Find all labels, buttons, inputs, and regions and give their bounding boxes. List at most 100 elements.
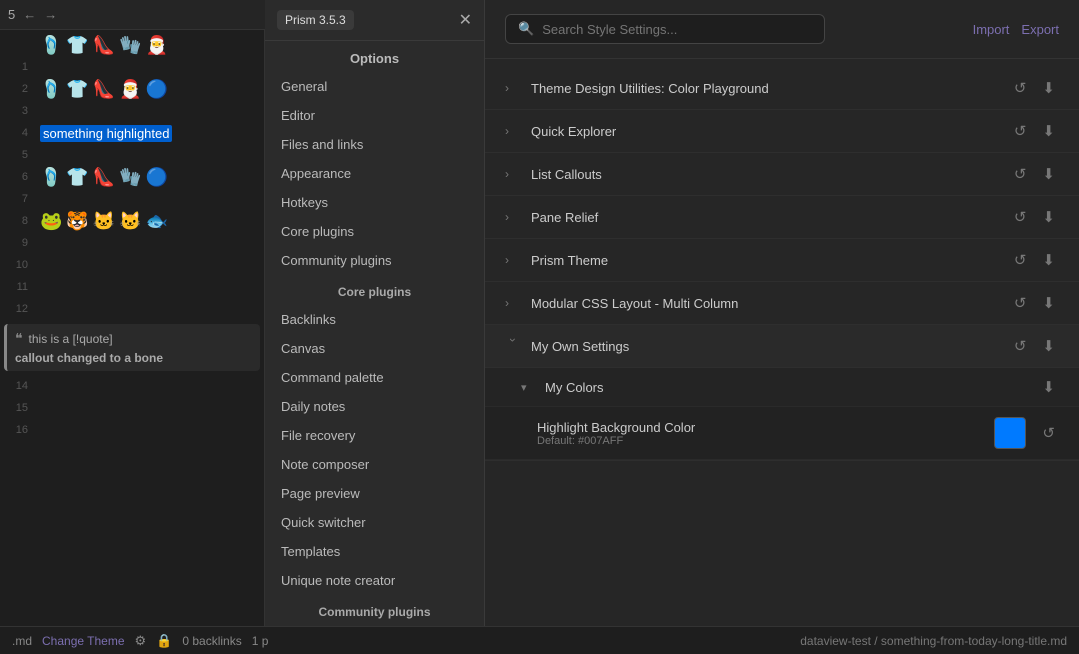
download-button[interactable]: ⬇ <box>1038 77 1059 99</box>
reset-button[interactable]: ↺ <box>1010 163 1031 185</box>
reset-button[interactable]: ↺ <box>1010 249 1031 271</box>
line-row: 14 <box>0 375 264 397</box>
line-content: 🩴 👕 👠 🧤 🎅 <box>36 35 264 56</box>
emoji: 🐸 <box>40 211 62 232</box>
download-button[interactable]: ⬇ <box>1038 163 1059 185</box>
emoji: 👕 <box>66 167 88 188</box>
emoji: 👠 <box>93 79 115 100</box>
reset-button[interactable]: ↺ <box>1010 120 1031 142</box>
color-label: Highlight Background Color <box>537 420 982 435</box>
emoji: 🐯 <box>66 211 88 232</box>
line-number: 15 <box>0 402 36 414</box>
download-button[interactable]: ⬇ <box>1038 249 1059 271</box>
plugin-actions: ↺ ⬇ <box>1010 249 1059 271</box>
plugin-actions: ↺ ⬇ <box>1010 292 1059 314</box>
line-row: 2 🩴 👕 👠 🎅 🔵 <box>0 78 264 100</box>
sidebar-item-files-links[interactable]: Files and links <box>265 130 484 159</box>
backlinks-count[interactable]: 0 backlinks <box>182 634 241 648</box>
expand-arrow-icon[interactable]: › <box>505 296 521 310</box>
download-button[interactable]: ⬇ <box>1038 292 1059 314</box>
nav-number: 5 <box>8 7 15 22</box>
reset-button[interactable]: ↺ <box>1010 77 1031 99</box>
sidebar-item-command-palette[interactable]: Command palette <box>265 363 484 392</box>
export-link[interactable]: Export <box>1021 22 1059 37</box>
gear-icon[interactable]: ⚙ <box>135 633 147 649</box>
nested-row-my-colors: ▾ My Colors ⬇ <box>485 368 1079 407</box>
line-number: 6 <box>0 171 36 183</box>
emoji: 🎅 <box>119 79 141 100</box>
nested-expand-arrow-icon[interactable]: ▾ <box>521 381 535 394</box>
sidebar-item-page-preview[interactable]: Page preview <box>265 479 484 508</box>
line-number: 3 <box>0 105 36 117</box>
close-button[interactable]: ✕ <box>459 10 472 30</box>
lock-icon[interactable]: 🔒 <box>156 633 172 649</box>
back-arrow[interactable]: ← <box>23 7 36 22</box>
plugin-row-theme-design: › Theme Design Utilities: Color Playgrou… <box>485 67 1079 110</box>
emoji: 🐱 <box>93 211 115 232</box>
callout-title: this is a [!quote] <box>29 332 113 346</box>
reset-button[interactable]: ↺ <box>1010 292 1031 314</box>
line-number: 16 <box>0 424 36 436</box>
download-button[interactable]: ⬇ <box>1038 206 1059 228</box>
plugin-name: Quick Explorer <box>531 124 1000 139</box>
sidebar-item-appearance[interactable]: Appearance <box>265 159 484 188</box>
plugin-row-pane-relief: › Pane Relief ↺ ⬇ <box>485 196 1079 239</box>
sidebar-item-note-composer[interactable]: Note composer <box>265 450 484 479</box>
emoji: 🔵 <box>146 167 168 188</box>
emoji: 🐟 <box>146 211 168 232</box>
sidebar-item-templates[interactable]: Templates <box>265 537 484 566</box>
download-button[interactable]: ⬇ <box>1038 120 1059 142</box>
sidebar-item-canvas[interactable]: Canvas <box>265 334 484 363</box>
search-box[interactable]: 🔍 <box>505 14 825 44</box>
emoji: 🧤 <box>119 35 141 56</box>
search-input[interactable] <box>542 22 812 37</box>
color-info: Highlight Background Color Default: #007… <box>537 420 982 447</box>
line-row: 1 <box>0 56 264 78</box>
plugin-name: My Own Settings <box>531 339 1000 354</box>
forward-arrow[interactable]: → <box>44 7 57 22</box>
nested-section-my-colors: ▾ My Colors ⬇ Highlight Background Color… <box>485 368 1079 461</box>
line-content: 🐸 🐯 🐱 🐱 🐟 <box>36 211 264 232</box>
sidebar-item-daily-notes[interactable]: Daily notes <box>265 392 484 421</box>
sidebar-item-file-recovery[interactable]: File recovery <box>265 421 484 450</box>
expand-arrow-icon[interactable]: › <box>506 338 520 354</box>
settings-title-bar: Prism 3.5.3 ✕ <box>265 0 484 41</box>
sidebar-item-backlinks[interactable]: Backlinks <box>265 305 484 334</box>
line-row: 6 🩴 👕 👠 🧤 🔵 <box>0 166 264 188</box>
main-layout: 🩴 👕 👠 🧤 🎅 1 2 🩴 <box>0 30 1079 626</box>
line-row: 11 <box>0 276 264 298</box>
change-theme-link[interactable]: Change Theme <box>42 634 125 648</box>
status-left: .md Change Theme ⚙ 🔒 0 backlinks 1 p <box>12 633 268 649</box>
sidebar-item-hotkeys[interactable]: Hotkeys <box>265 188 484 217</box>
reset-button[interactable]: ↺ <box>1010 206 1031 228</box>
sidebar-item-unique-note-creator[interactable]: Unique note creator <box>265 566 484 595</box>
community-plugins-label: Community plugins <box>265 595 484 625</box>
sidebar-item-community-plugins[interactable]: Community plugins <box>265 246 484 275</box>
reset-color-button[interactable]: ↺ <box>1038 422 1059 444</box>
expand-arrow-icon[interactable]: › <box>505 167 521 181</box>
reset-button[interactable]: ↺ <box>1010 335 1031 357</box>
emoji: 🐱 <box>119 211 141 232</box>
emoji: 🩴 <box>40 79 62 100</box>
line-row: 9 <box>0 232 264 254</box>
emoji-row: 🩴 👕 👠 🎅 🔵 <box>40 79 260 100</box>
sidebar-item-quick-switcher[interactable]: Quick switcher <box>265 508 484 537</box>
download-button[interactable]: ⬇ <box>1038 335 1059 357</box>
line-number: 10 <box>0 259 36 271</box>
sidebar-item-core-plugins[interactable]: Core plugins <box>265 217 484 246</box>
expand-arrow-icon[interactable]: › <box>505 210 521 224</box>
editor-content: 🩴 👕 👠 🧤 🎅 1 2 🩴 <box>0 30 264 445</box>
sidebar-item-better-export-pdf[interactable]: Better Export PDF <box>265 625 484 626</box>
expand-arrow-icon[interactable]: › <box>505 124 521 138</box>
highlighted-text: something highlighted <box>40 125 172 142</box>
download-button[interactable]: ⬇ <box>1038 376 1059 398</box>
expand-arrow-icon[interactable]: › <box>505 81 521 95</box>
sidebar-item-editor[interactable]: Editor <box>265 101 484 130</box>
expand-arrow-icon[interactable]: › <box>505 253 521 267</box>
line-number: 2 <box>0 83 36 95</box>
sidebar-item-general[interactable]: General <box>265 72 484 101</box>
quote-icon: ❝ <box>15 330 23 347</box>
import-link[interactable]: Import <box>973 22 1010 37</box>
color-swatch[interactable] <box>994 417 1026 449</box>
line-number: 5 <box>0 149 36 161</box>
